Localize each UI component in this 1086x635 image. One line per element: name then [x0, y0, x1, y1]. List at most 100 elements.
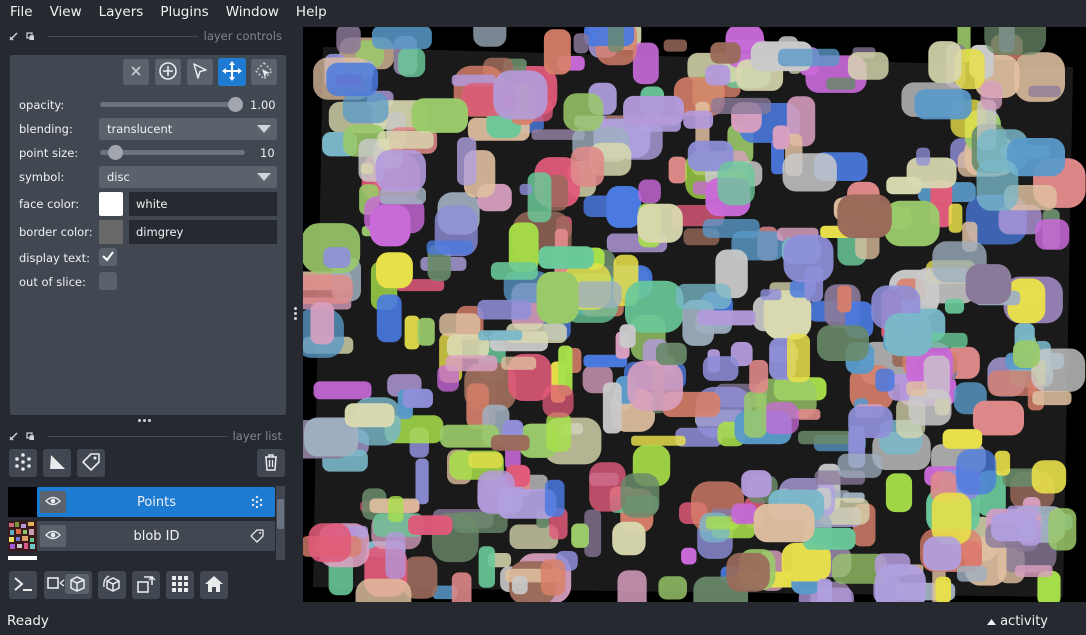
title-divider [48, 435, 227, 437]
transpose-button[interactable] [132, 571, 160, 599]
checkmark-icon [101, 249, 115, 266]
transform-icon [254, 61, 274, 84]
blending-label: blending: [19, 122, 73, 136]
console-icon [12, 573, 34, 598]
dock-close-icon[interactable] [8, 31, 18, 41]
border-color-swatch[interactable] [99, 220, 123, 244]
visibility-toggle[interactable] [40, 491, 66, 513]
layer-list-title: layer list [232, 429, 282, 443]
border-color-input[interactable]: dimgrey [129, 220, 277, 244]
console-button[interactable] [9, 571, 37, 599]
menu-layers[interactable]: Layers [90, 4, 152, 20]
title-divider [48, 35, 198, 37]
point-size-value: 10 [260, 146, 275, 160]
display-text-label: display text: [19, 251, 91, 265]
layer-row-points[interactable]: Points [8, 487, 275, 517]
out-of-slice-label: out of slice: [19, 275, 86, 289]
layer-thumbnail-partial [8, 556, 37, 560]
chevron-up-icon [987, 614, 997, 629]
viewer-canvas[interactable] [303, 27, 1086, 602]
blending-value: translucent [107, 122, 173, 136]
grid-view-button[interactable] [166, 571, 194, 599]
layer-item[interactable]: Points [37, 487, 275, 517]
pan-zoom-button[interactable] [218, 58, 246, 86]
select-arrow-icon [191, 62, 209, 83]
label-icon [247, 529, 267, 543]
points-icon [247, 495, 267, 509]
menu-file[interactable]: File [0, 4, 41, 20]
menu-plugins[interactable]: Plugins [151, 4, 216, 20]
opacity-slider[interactable] [100, 102, 235, 107]
ndisplay-toggle-button[interactable] [44, 571, 92, 599]
rendered-3d-blobs [303, 27, 1086, 602]
display-text-checkbox[interactable] [99, 248, 117, 266]
opacity-value: 1.00 [250, 98, 276, 112]
blending-dropdown[interactable]: translucent [99, 118, 277, 140]
layer-name[interactable]: Points [66, 495, 247, 510]
visibility-toggle[interactable] [40, 525, 66, 547]
pan-zoom-icon [221, 60, 243, 85]
chevron-down-icon [257, 125, 271, 133]
roll-axes-button[interactable] [98, 571, 126, 599]
statusbar: Ready activity [0, 607, 1086, 635]
opacity-slider-handle[interactable] [228, 97, 243, 112]
activity-button[interactable]: activity [987, 614, 1048, 629]
home-button[interactable] [200, 571, 228, 599]
layer-item[interactable]: blob ID [37, 521, 275, 551]
symbol-dropdown[interactable]: disc [99, 166, 277, 188]
dock-resize-handle[interactable] [138, 419, 151, 422]
delete-selected-points-button[interactable] [123, 59, 149, 85]
menu-view[interactable]: View [41, 4, 90, 20]
menu-help[interactable]: Help [287, 4, 335, 20]
face-color-input[interactable]: white [129, 192, 277, 216]
face-color-value: white [136, 197, 168, 211]
face-color-label: face color: [19, 197, 80, 211]
transform-button[interactable] [251, 59, 277, 85]
delete-layer-button[interactable] [257, 449, 285, 477]
layer-row-blob-id[interactable]: blob ID [8, 521, 275, 551]
border-color-label: border color: [19, 225, 93, 239]
close-icon [130, 65, 142, 80]
layer-controls-title: layer controls [203, 29, 282, 43]
new-shapes-icon [46, 451, 68, 476]
transpose-icon [135, 573, 157, 598]
out-of-slice-checkbox[interactable] [99, 272, 117, 290]
chevron-down-icon [257, 173, 271, 181]
point-size-label: point size: [19, 146, 79, 160]
layer-thumbnail [8, 487, 37, 517]
layer-name[interactable]: blob ID [66, 529, 247, 544]
new-shapes-layer-button[interactable] [43, 449, 71, 477]
layer-list-scrollbar[interactable] [276, 486, 285, 560]
add-points-button[interactable] [155, 59, 181, 85]
home-icon [203, 573, 225, 598]
layer-list: Points blob ID [8, 486, 286, 560]
dock-splitter[interactable] [294, 307, 297, 320]
layer-controls-panel: opacity: 1.00 blending: translucent poin… [10, 55, 286, 415]
new-points-layer-button[interactable] [9, 449, 37, 477]
dock-close-icon[interactable] [8, 431, 18, 441]
add-point-icon [158, 61, 178, 84]
point-size-slider-handle[interactable] [107, 145, 123, 160]
eye-icon [45, 529, 61, 544]
grid-icon [170, 574, 190, 597]
scrollbar-thumb[interactable] [277, 499, 284, 529]
layer-controls-titlebar: layer controls [8, 27, 282, 45]
status-message: Ready [7, 613, 49, 629]
face-color-swatch[interactable] [99, 192, 123, 216]
new-points-icon [12, 451, 34, 476]
menubar: File View Layers Plugins Window Help [0, 0, 1086, 24]
symbol-label: symbol: [19, 170, 65, 184]
menu-window[interactable]: Window [217, 4, 287, 20]
ndisplay-toggle-icon [45, 572, 91, 599]
delete-layer-icon [261, 452, 281, 475]
dock-float-icon[interactable] [25, 431, 35, 441]
roll-axes-icon [101, 573, 123, 598]
dock-float-icon[interactable] [25, 31, 35, 41]
layer-thumbnail [8, 521, 37, 551]
select-points-button[interactable] [187, 59, 213, 85]
new-labels-layer-button[interactable] [77, 449, 105, 477]
new-labels-icon [80, 451, 102, 476]
border-color-value: dimgrey [136, 225, 184, 239]
activity-label: activity [1000, 614, 1048, 629]
eye-icon [45, 495, 61, 510]
